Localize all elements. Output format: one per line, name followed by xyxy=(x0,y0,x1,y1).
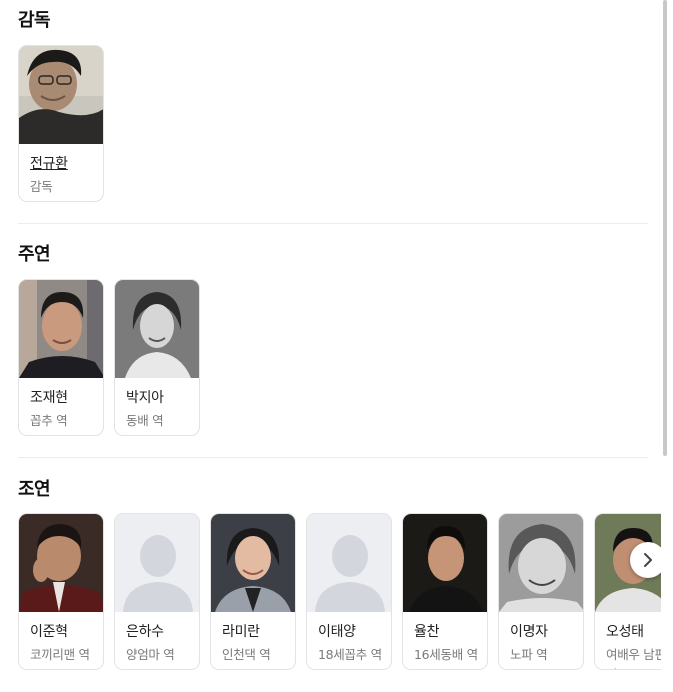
person-name[interactable]: 이태양 xyxy=(318,621,356,641)
person-photo xyxy=(211,514,295,612)
person-photo xyxy=(403,514,487,612)
person-role: 코끼리맨 역 xyxy=(30,647,90,662)
person-card-supporting-6[interactable]: 이명자 노파 역 xyxy=(498,513,584,670)
person-name[interactable]: 조재현 xyxy=(30,387,68,407)
person-role: 인천댁 역 xyxy=(222,647,271,662)
person-photo xyxy=(115,280,199,378)
person-name[interactable]: 율찬 xyxy=(414,621,439,641)
person-role: 동배 역 xyxy=(126,413,164,428)
person-card-supporting-4[interactable]: 이태양 18세꼽추 역 xyxy=(306,513,392,670)
person-role: 꼽추 역 xyxy=(30,413,68,428)
person-card-supporting-1[interactable]: 이준혁 코끼리맨 역 xyxy=(18,513,104,670)
person-role: 양엄마 역 xyxy=(126,647,175,662)
person-photo xyxy=(19,46,103,144)
scrollbar-thumb[interactable] xyxy=(663,0,667,456)
person-card-supporting-5[interactable]: 율찬 16세동배 역 xyxy=(402,513,488,670)
section-title-lead: 주연 xyxy=(18,244,51,265)
person-card-supporting-3[interactable]: 라미란 인천댁 역 xyxy=(210,513,296,670)
person-card-director[interactable]: 전규환 감독 xyxy=(18,45,104,202)
person-name[interactable]: 은하수 xyxy=(126,621,164,641)
section-divider xyxy=(18,223,648,224)
section-divider xyxy=(18,457,648,458)
person-name[interactable]: 전규환 xyxy=(30,153,68,173)
person-name[interactable]: 박지아 xyxy=(126,387,164,407)
person-silhouette-icon xyxy=(115,514,199,612)
person-role: 16세동배 역 xyxy=(414,647,478,662)
person-role: 18세꼽추 역 xyxy=(318,647,382,662)
person-role: 감독 xyxy=(30,179,53,194)
chevron-right-icon xyxy=(644,553,652,567)
person-photo xyxy=(19,280,103,378)
person-card-lead-1[interactable]: 조재현 꼽추 역 xyxy=(18,279,104,436)
person-name[interactable]: 라미란 xyxy=(222,621,260,641)
person-name[interactable]: 이명자 xyxy=(510,621,548,641)
person-photo xyxy=(499,514,583,612)
person-card-supporting-2[interactable]: 은하수 양엄마 역 xyxy=(114,513,200,670)
person-name[interactable]: 오성태 xyxy=(606,621,644,641)
person-role: 노파 역 xyxy=(510,647,548,662)
person-silhouette-icon xyxy=(307,514,391,612)
person-photo xyxy=(19,514,103,612)
scrollbar[interactable] xyxy=(661,0,673,692)
section-title-director: 감독 xyxy=(18,10,51,31)
section-title-supporting: 조연 xyxy=(18,479,51,500)
person-card-lead-2[interactable]: 박지아 동배 역 xyxy=(114,279,200,436)
person-name[interactable]: 이준혁 xyxy=(30,621,68,641)
